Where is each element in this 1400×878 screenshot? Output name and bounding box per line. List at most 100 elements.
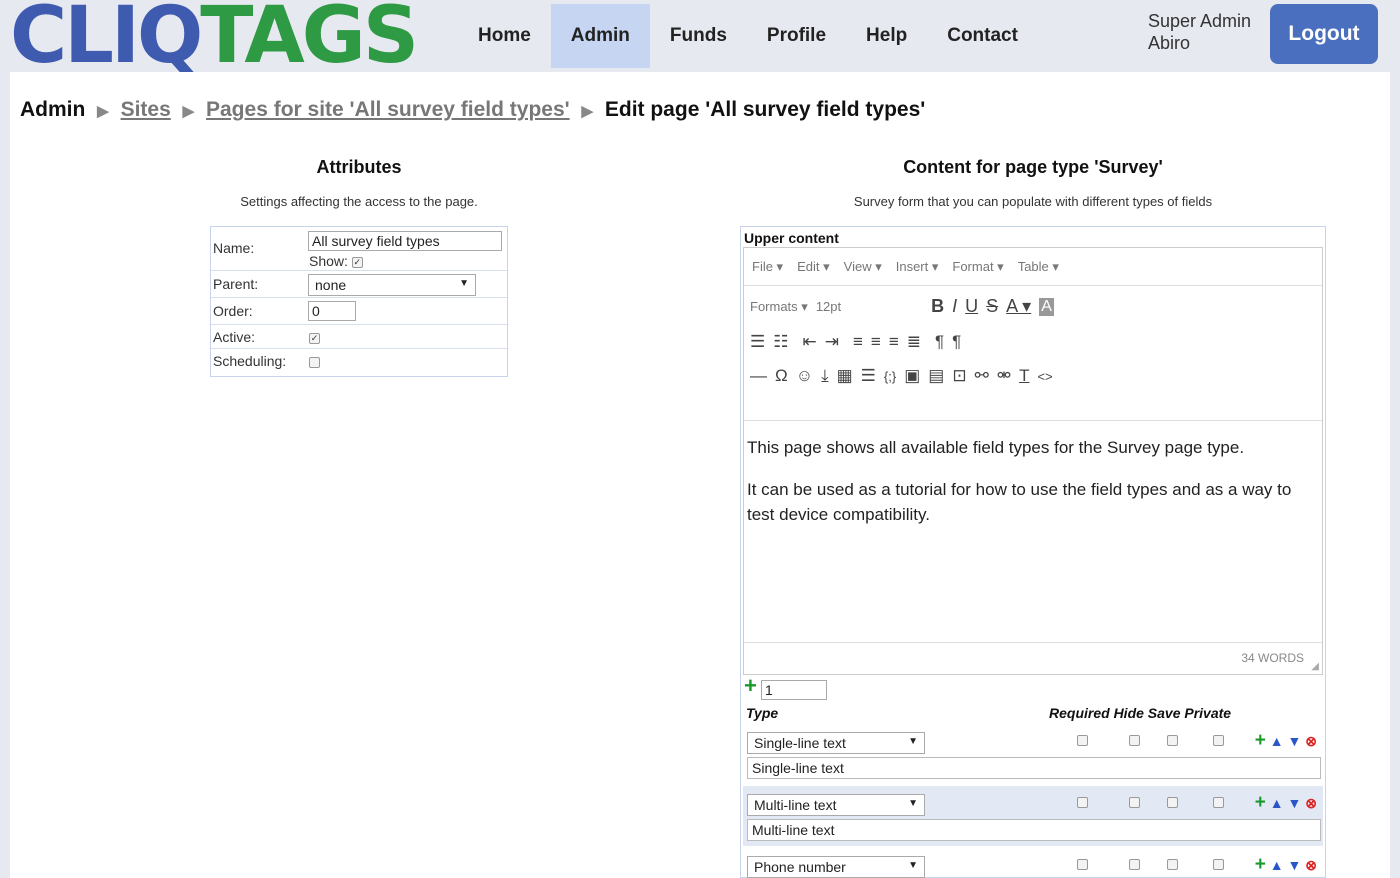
source-code-icon[interactable]: <> — [1037, 369, 1052, 384]
name-label: Name: — [213, 240, 255, 256]
move-down-icon[interactable]: ▼ — [1288, 733, 1302, 749]
order-input[interactable]: 0 — [308, 301, 356, 321]
cliqtags-logo[interactable]: CLIQTAGS — [10, 0, 419, 76]
delete-icon[interactable]: ⊗ — [1305, 733, 1317, 749]
horizontal-rule-icon[interactable]: — — [750, 366, 767, 386]
nav-funds[interactable]: Funds — [650, 4, 747, 68]
move-up-icon[interactable]: ▲ — [1270, 733, 1284, 749]
bullet-list-icon[interactable]: ☰ — [750, 332, 765, 352]
image-icon[interactable]: ▣ — [904, 366, 920, 386]
type-header: Type — [746, 705, 779, 721]
clear-formatting-icon[interactable]: T — [1019, 366, 1029, 386]
indent-icon[interactable]: ⇥ — [825, 332, 839, 352]
field-name-input[interactable]: Multi-line text — [747, 819, 1321, 841]
breadcrumb-pages-link[interactable]: Pages for site 'All survey field types' — [206, 98, 570, 121]
hide-checkbox[interactable] — [1129, 797, 1140, 808]
special-char-icon[interactable]: Ω — [775, 366, 788, 386]
emoticon-icon[interactable]: ☺ — [796, 366, 813, 386]
parent-label: Parent: — [213, 276, 259, 292]
paragraph-icon[interactable]: ☰ — [861, 366, 876, 386]
show-checkbox[interactable]: ✓ — [351, 256, 363, 268]
menu-view[interactable]: View ▾ — [844, 259, 882, 275]
code-block-icon[interactable]: {;} — [884, 369, 896, 384]
formats-dropdown[interactable]: Formats ▾ — [750, 299, 808, 315]
hide-checkbox[interactable] — [1129, 859, 1140, 870]
field-name-input[interactable]: Single-line text — [747, 757, 1321, 779]
menu-insert[interactable]: Insert ▾ — [896, 259, 939, 275]
link-icon[interactable]: ⚯ — [975, 366, 989, 386]
add-row-icon[interactable]: + — [1255, 730, 1266, 751]
content-paragraph-2: It can be used as a tutorial for how to … — [747, 480, 1292, 524]
move-down-icon[interactable]: ▼ — [1288, 795, 1302, 811]
italic-icon[interactable]: I — [952, 296, 957, 317]
text-color-icon[interactable]: A ▾ — [1006, 296, 1031, 317]
menu-file[interactable]: File ▾ — [752, 259, 783, 275]
align-left-icon[interactable]: ≡ — [853, 332, 863, 352]
menu-table[interactable]: Table ▾ — [1018, 259, 1059, 275]
unlink-icon[interactable]: ⚮ — [997, 366, 1011, 386]
move-up-icon[interactable]: ▲ — [1270, 857, 1284, 873]
table-icon[interactable]: ▦ — [837, 366, 853, 386]
align-right-icon[interactable]: ≡ — [889, 332, 899, 352]
upload-icon[interactable]: ⤓ — [821, 366, 829, 386]
dropdown-arrow-icon: ▼ — [908, 736, 918, 747]
template-icon[interactable]: ⊡ — [952, 366, 966, 386]
strikethrough-icon[interactable]: S — [986, 296, 998, 317]
required-checkbox[interactable] — [1077, 797, 1088, 808]
ltr-icon[interactable]: ¶ — [935, 332, 944, 352]
align-justify-icon[interactable]: ≣ — [907, 332, 921, 352]
field-type-select[interactable]: Single-line text ▼ — [747, 732, 925, 754]
private-checkbox[interactable] — [1213, 859, 1224, 870]
hide-checkbox[interactable] — [1129, 735, 1140, 746]
show-field: Show: ✓ — [309, 253, 363, 269]
row-actions: + ▲ ▼ ⊗ — [1255, 730, 1317, 752]
dropdown-arrow-icon: ▼ — [459, 278, 469, 289]
resize-handle-icon[interactable]: ◢ — [1311, 661, 1319, 672]
add-row-icon[interactable]: + — [1255, 854, 1266, 875]
field-type-select[interactable]: Phone number ▼ — [747, 856, 925, 878]
font-size-dropdown[interactable]: 12pt — [816, 299, 841, 314]
menu-format[interactable]: Format ▾ — [952, 259, 1003, 275]
active-checkbox[interactable]: ✓ — [309, 332, 320, 344]
menu-edit[interactable]: Edit ▾ — [797, 259, 830, 275]
nav-contact[interactable]: Contact — [927, 4, 1038, 68]
logo-cliq: CLIQ — [10, 0, 203, 81]
user-info: Super Admin Abiro — [1148, 10, 1251, 54]
dropdown-arrow-icon: ▼ — [908, 798, 918, 809]
save-checkbox[interactable] — [1167, 735, 1178, 746]
nav-profile[interactable]: Profile — [747, 4, 846, 68]
active-label: Active: — [213, 329, 256, 345]
add-field-icon[interactable]: + — [744, 673, 757, 699]
add-count-input[interactable]: 1 — [761, 680, 827, 700]
name-input[interactable]: All survey field types — [308, 231, 502, 251]
add-row-icon[interactable]: + — [1255, 792, 1266, 813]
rtl-icon[interactable]: ¶ — [952, 332, 961, 352]
numbered-list-icon[interactable]: ☷ — [773, 332, 788, 352]
required-checkbox[interactable] — [1077, 859, 1088, 870]
parent-select[interactable]: none ▼ — [308, 274, 476, 296]
bold-icon[interactable]: B — [931, 296, 944, 317]
private-checkbox[interactable] — [1213, 797, 1224, 808]
breadcrumb-sites-link[interactable]: Sites — [121, 98, 171, 121]
required-checkbox[interactable] — [1077, 735, 1088, 746]
nav-help[interactable]: Help — [846, 4, 927, 68]
underline-icon[interactable]: U — [965, 296, 978, 317]
scheduling-checkbox[interactable] — [309, 356, 320, 368]
delete-icon[interactable]: ⊗ — [1305, 795, 1317, 811]
delete-icon[interactable]: ⊗ — [1305, 857, 1317, 873]
move-down-icon[interactable]: ▼ — [1288, 857, 1302, 873]
editor-content[interactable]: This page shows all available field type… — [744, 420, 1322, 662]
move-up-icon[interactable]: ▲ — [1270, 795, 1284, 811]
background-color-icon[interactable]: A — [1039, 297, 1054, 316]
private-checkbox[interactable] — [1213, 735, 1224, 746]
save-checkbox[interactable] — [1167, 797, 1178, 808]
logout-button[interactable]: Logout — [1270, 4, 1378, 64]
nav-home[interactable]: Home — [458, 4, 551, 68]
media-icon[interactable]: ▤ — [928, 366, 944, 386]
field-type-select[interactable]: Multi-line text ▼ — [747, 794, 925, 816]
outdent-icon[interactable]: ⇤ — [803, 332, 817, 352]
nav-admin[interactable]: Admin — [550, 4, 650, 68]
save-checkbox[interactable] — [1167, 859, 1178, 870]
align-center-icon[interactable]: ≡ — [871, 332, 881, 352]
toolbar-row-2: ☰ ☷ ⇤ ⇥ ≡ ≡ ≡ ≣ ¶ ¶ — [750, 332, 969, 352]
